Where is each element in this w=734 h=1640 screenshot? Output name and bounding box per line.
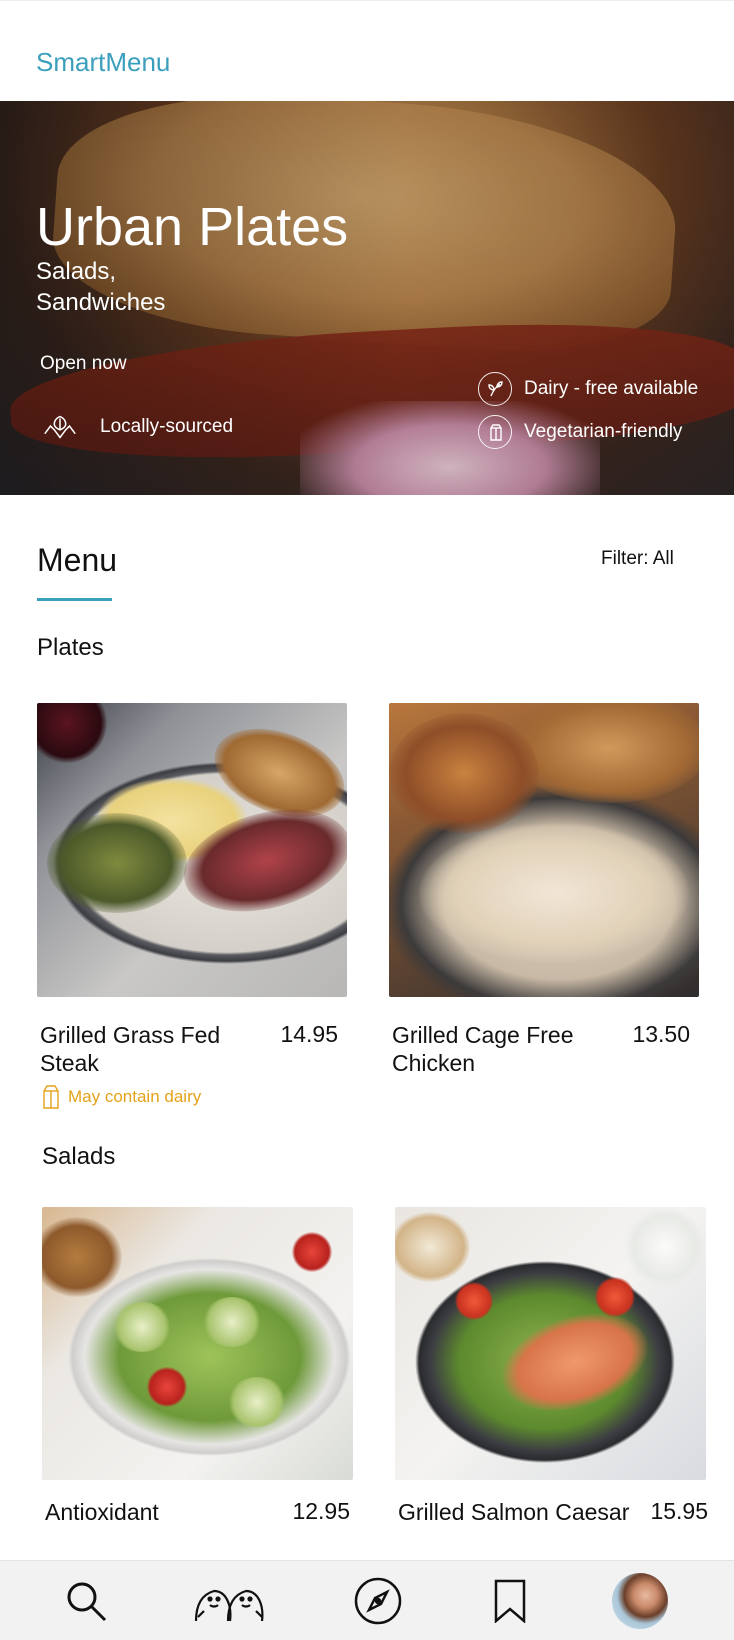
badge-locally-sourced: Locally-sourced [40,410,233,444]
menu-item-name[interactable]: Antioxidant [45,1498,265,1526]
sprout-icon [478,372,512,406]
hands-leaf-icon [40,410,80,444]
badge-label: Locally-sourced [100,416,234,437]
restaurant-name: Urban Plates [36,197,349,257]
menu-item-name[interactable]: Grilled Cage Free Chicken [392,1021,612,1077]
badge-label: Dairy - free available [524,378,699,399]
profile-avatar[interactable] [612,1573,668,1629]
milk-carton-icon [43,1085,59,1109]
milk-carton-icon [478,415,512,449]
menu-item-price: 13.50 [632,1021,690,1047]
menu-item-price: 15.95 [650,1498,708,1524]
top-app-bar: SmartMenu [0,0,734,101]
allergen-warning: May contain dairy [40,1084,201,1110]
compass-icon[interactable] [352,1575,404,1627]
menu-item-image-chicken[interactable] [389,703,699,997]
restaurant-cuisine: Salads, Sandwiches [36,258,166,316]
app-brand[interactable]: SmartMenu [36,47,170,78]
menu-item-image-antioxidant[interactable] [42,1207,353,1480]
filter-button[interactable]: Filter: All [601,548,674,570]
section-title-plates: Plates [37,634,104,661]
section-title-salads: Salads [42,1143,116,1170]
menu-tab-title[interactable]: Menu [37,542,117,579]
menu-item-price: 12.95 [292,1498,350,1524]
menu-item-image-salmon-caesar[interactable] [395,1207,706,1480]
badge-label: Vegetarian-friendly [524,421,683,442]
menu-item-name[interactable]: Grilled Grass Fed Steak [40,1021,260,1077]
menu-tab-indicator [37,598,112,601]
open-status: Open now [40,353,127,374]
menu-item-name[interactable]: Grilled Salmon Caesar [398,1498,638,1526]
menu-item-price: 14.95 [280,1021,338,1047]
badge-dairy-free: Dairy - free available [478,372,698,406]
menu-item-image-steak[interactable] [37,703,347,997]
bottom-navigation [0,1560,734,1640]
badge-vegetarian: Vegetarian-friendly [478,415,682,449]
allergen-warning-label: May contain dairy [68,1087,202,1106]
search-icon[interactable] [62,1575,110,1627]
friends-icon[interactable] [192,1575,268,1627]
bookmark-icon[interactable] [490,1575,530,1627]
